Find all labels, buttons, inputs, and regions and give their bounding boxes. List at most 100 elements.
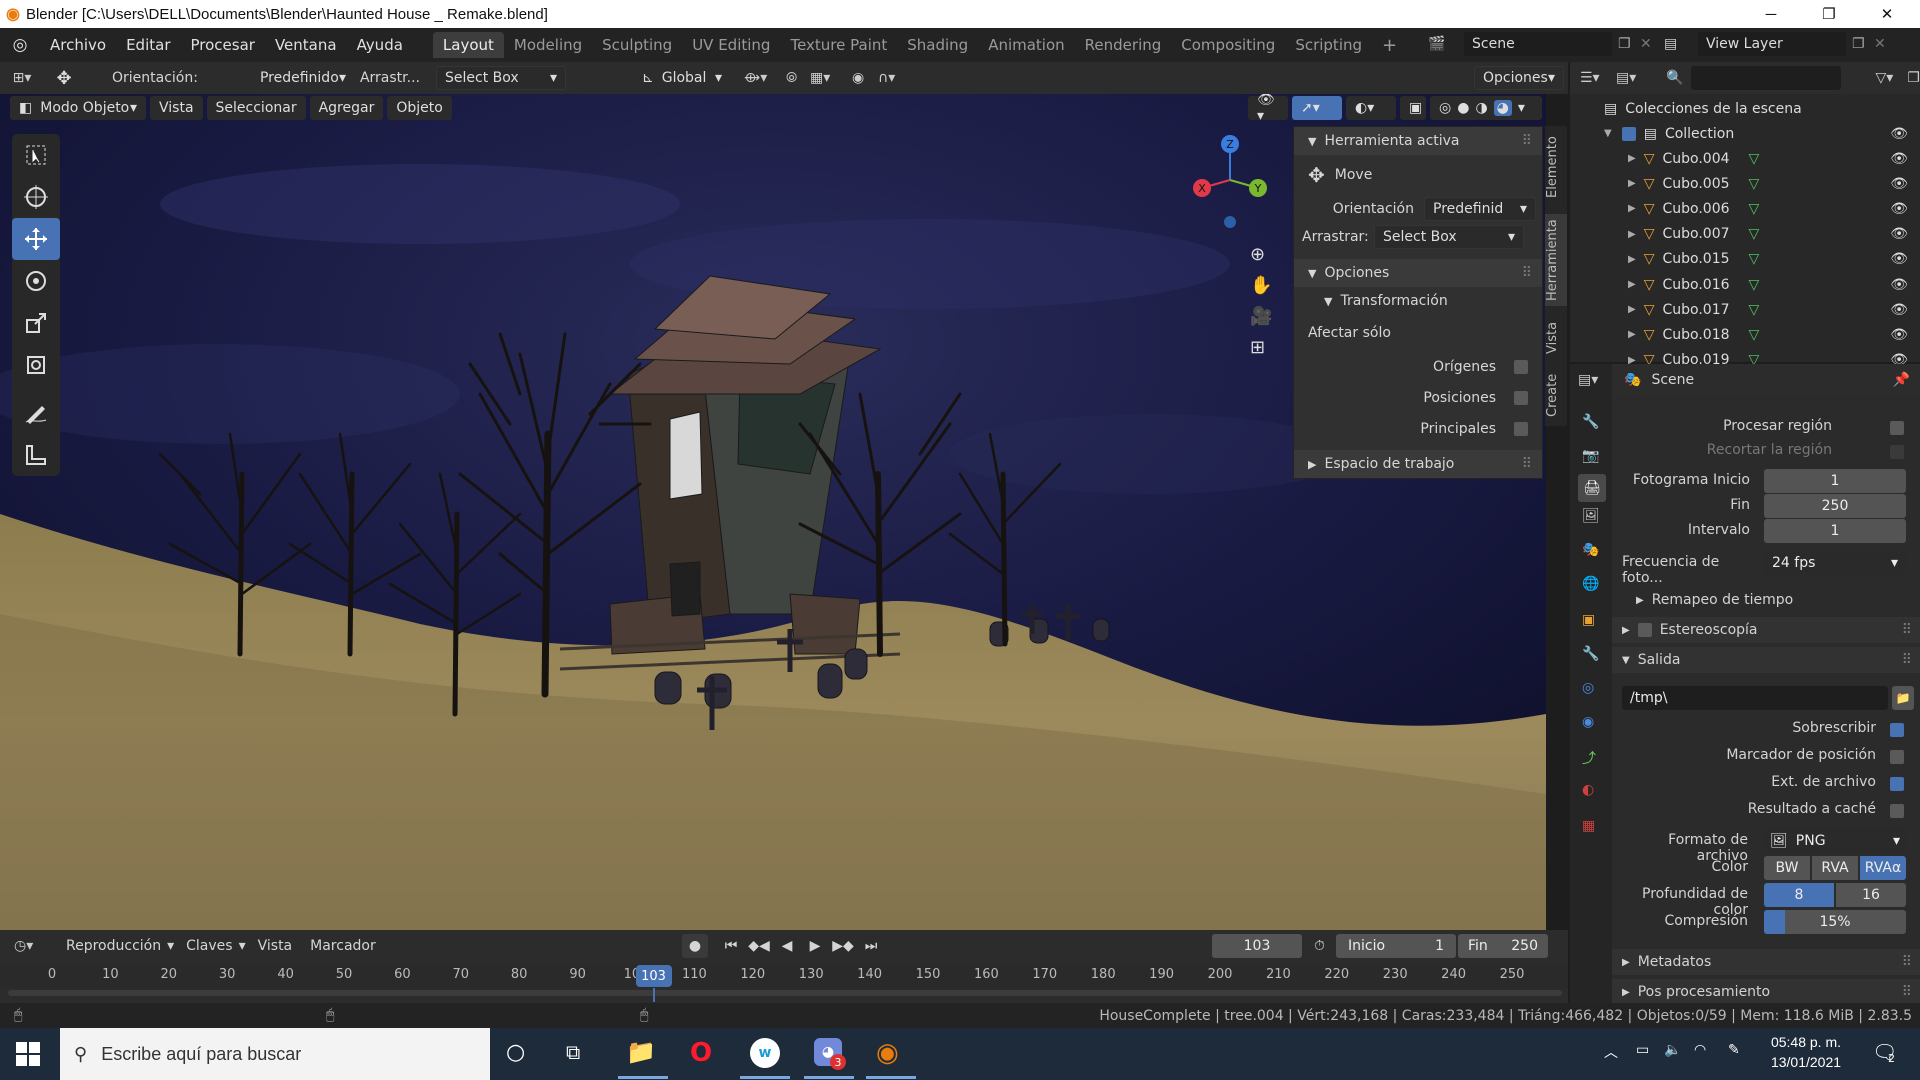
mesh-data-icon[interactable]: ▽ bbox=[1748, 176, 1759, 192]
battery-icon[interactable]: ▭ bbox=[1636, 1042, 1649, 1058]
timeline-ruler[interactable]: 0102030405060708090100110120130140150160… bbox=[0, 964, 1568, 988]
outliner-object-row[interactable]: ▶ ▽ Cubo.015 ▽ 👁 bbox=[1570, 247, 1920, 272]
drag-handle-icon[interactable]: ⠿ bbox=[1522, 133, 1532, 149]
menu-ventana[interactable]: Ventana bbox=[265, 28, 347, 62]
parents-checkbox[interactable] bbox=[1514, 421, 1528, 436]
stopwatch-icon[interactable]: ⏱ bbox=[1314, 938, 1325, 954]
eye-icon[interactable]: 👁 bbox=[1890, 201, 1908, 217]
clock[interactable]: 05:48 p. m. 13/01/2021 bbox=[1756, 1032, 1856, 1072]
tab-scripting[interactable]: Scripting bbox=[1285, 32, 1372, 58]
tab-elemento[interactable]: Elemento bbox=[1545, 134, 1567, 200]
word-app-icon[interactable]: w bbox=[750, 1038, 780, 1068]
physics-tab-icon[interactable]: ◉ bbox=[1582, 714, 1594, 730]
mesh-data-icon[interactable]: ▽ bbox=[1748, 251, 1759, 267]
cache-checkbox[interactable] bbox=[1890, 804, 1904, 818]
drag-dropdown[interactable]: Select Box ▾ bbox=[436, 66, 566, 90]
mesh-data-icon[interactable]: ▽ bbox=[1748, 226, 1759, 242]
scene-tab-icon[interactable]: 🎭 bbox=[1582, 542, 1599, 558]
menu-objeto[interactable]: Objeto bbox=[387, 96, 452, 120]
outliner-editor-icon[interactable]: ☰▾ bbox=[1580, 70, 1616, 86]
menu-seleccionar[interactable]: Seleccionar bbox=[206, 96, 306, 120]
drag-handle-icon[interactable]: ⠿ bbox=[1902, 954, 1912, 970]
view-layer-tab-icon[interactable]: 🖼 bbox=[1582, 508, 1600, 524]
positions-checkbox[interactable] bbox=[1514, 390, 1528, 405]
playhead-line[interactable] bbox=[652, 988, 655, 1002]
rendered-shading-icon[interactable]: ◕ bbox=[1493, 100, 1512, 116]
current-frame-badge[interactable]: 103 bbox=[635, 965, 672, 987]
new-collection-icon[interactable]: ❐ bbox=[1907, 70, 1920, 86]
object-tab-icon[interactable]: ▣ bbox=[1582, 612, 1595, 628]
tab-herramienta[interactable]: Herramienta bbox=[1545, 214, 1567, 306]
outliner-object-row[interactable]: ▶ ▽ Cubo.017 ▽ 👁 bbox=[1570, 297, 1920, 322]
properties-editor-icon[interactable]: ▤▾ bbox=[1578, 372, 1598, 388]
mesh-data-icon[interactable]: ▽ bbox=[1748, 151, 1759, 167]
overlays-icon[interactable]: ◐▾ bbox=[1346, 96, 1396, 120]
mesh-data-icon[interactable]: ▽ bbox=[1748, 277, 1759, 293]
perspective-grid-icon[interactable]: ⊞ bbox=[1250, 337, 1272, 358]
origins-checkbox[interactable] bbox=[1514, 359, 1528, 374]
cursor-tool-icon[interactable] bbox=[12, 176, 60, 218]
post-processing-header[interactable]: ▶ Pos procesamiento ⠿ bbox=[1612, 979, 1920, 1005]
outliner-object-row[interactable]: ▶ ▽ Cubo.018 ▽ 👁 bbox=[1570, 322, 1920, 347]
cortana-icon[interactable]: ○ bbox=[506, 1040, 525, 1065]
expand-right-icon[interactable]: ▶ bbox=[1628, 329, 1636, 340]
expand-right-icon[interactable]: ▶ bbox=[1628, 229, 1636, 240]
zoom-icon[interactable]: ⊕ bbox=[1250, 244, 1272, 265]
overwrite-checkbox[interactable] bbox=[1890, 723, 1904, 737]
play-icon[interactable]: ▶ bbox=[802, 938, 828, 954]
eye-icon[interactable]: 👁 bbox=[1890, 176, 1908, 192]
timeline-scrollbar[interactable] bbox=[8, 990, 1562, 996]
windows-start-icon[interactable] bbox=[16, 1042, 40, 1066]
folder-icon[interactable]: 📁 bbox=[1892, 686, 1914, 710]
expand-down-icon[interactable]: ▼ bbox=[1604, 128, 1612, 139]
output-path-field[interactable]: /tmp\ bbox=[1622, 686, 1888, 710]
menu-procesar[interactable]: Procesar bbox=[181, 28, 265, 62]
timeline-editor-icon[interactable]: ◷▾ bbox=[14, 938, 50, 954]
tab-create[interactable]: Create bbox=[1545, 368, 1567, 422]
outliner-object-row[interactable]: ▶ ▽ Cubo.006 ▽ 👁 bbox=[1570, 196, 1920, 221]
jump-end-icon[interactable]: ⏭ bbox=[858, 938, 884, 954]
opera-icon[interactable]: O bbox=[690, 1038, 712, 1068]
menu-vista[interactable]: Vista bbox=[150, 96, 203, 120]
time-remap-header[interactable]: ▶ Remapeo de tiempo bbox=[1614, 587, 1920, 613]
add-workspace-icon[interactable]: + bbox=[1372, 32, 1407, 58]
metadata-header[interactable]: ▶ Metadatos ⠿ bbox=[1612, 949, 1920, 975]
render-tab-icon[interactable]: 📷 bbox=[1582, 448, 1599, 464]
expand-right-icon[interactable]: ▶ bbox=[1628, 178, 1636, 189]
jump-start-icon[interactable]: ⏮ bbox=[718, 938, 744, 954]
chevron-down-icon[interactable]: ▾ bbox=[1518, 100, 1525, 116]
data-tab-icon[interactable]: ◐ bbox=[1582, 782, 1594, 798]
drag-select[interactable]: Select Box ▾ bbox=[1374, 225, 1524, 249]
constraints-tab-icon[interactable]: ⤴ bbox=[1582, 748, 1596, 768]
outliner-object-row[interactable]: ▶ ▽ Cubo.004 ▽ 👁 bbox=[1570, 146, 1920, 171]
drag-handle-icon[interactable]: ⠿ bbox=[1902, 652, 1912, 668]
menu-claves[interactable]: Claves bbox=[186, 938, 232, 954]
snap-target-icon[interactable]: ▦▾ bbox=[810, 70, 840, 86]
mesh-data-icon[interactable]: ▽ bbox=[1748, 327, 1759, 343]
prev-keyframe-icon[interactable]: ◆◀ bbox=[746, 938, 772, 954]
tool-tab-icon[interactable]: 🔧 bbox=[1582, 414, 1599, 430]
pen-icon[interactable]: ✎ bbox=[1728, 1042, 1740, 1058]
start-frame-field[interactable]: Inicio 1 bbox=[1336, 934, 1456, 958]
close-button[interactable]: ✕ bbox=[1858, 0, 1916, 28]
outliner-object-row[interactable]: ▶ ▽ Cubo.016 ▽ 👁 bbox=[1570, 272, 1920, 297]
pin-icon[interactable]: 📌 bbox=[1893, 372, 1910, 388]
outliner-search-input[interactable] bbox=[1691, 66, 1842, 90]
options-dropdown[interactable]: Opciones ▾ bbox=[1474, 66, 1564, 90]
drag-handle-icon[interactable]: ⠿ bbox=[1522, 456, 1532, 472]
wifi-icon[interactable]: ◠ bbox=[1694, 1042, 1706, 1058]
mesh-data-icon[interactable]: ▽ bbox=[1748, 302, 1759, 318]
tab-texture-paint[interactable]: Texture Paint bbox=[780, 32, 897, 58]
play-reverse-icon[interactable]: ◀ bbox=[774, 938, 800, 954]
blender-menu-icon[interactable]: ◎ bbox=[0, 35, 40, 55]
menu-marcador[interactable]: Marcador bbox=[310, 938, 376, 954]
menu-agregar[interactable]: Agregar bbox=[309, 96, 384, 120]
file-explorer-icon[interactable]: 📁 bbox=[626, 1038, 656, 1066]
active-tool-header[interactable]: ▼ Herramienta activa ⠿ bbox=[1294, 127, 1542, 155]
menu-archivo[interactable]: Archivo bbox=[40, 28, 116, 62]
particles-tab-icon[interactable]: ◎ bbox=[1582, 680, 1594, 696]
tab-rendering[interactable]: Rendering bbox=[1075, 32, 1172, 58]
navigation-gizmo[interactable]: Z X Y bbox=[1188, 134, 1278, 234]
tab-uv-editing[interactable]: UV Editing bbox=[682, 32, 780, 58]
taskbar-search-box[interactable]: ⚲ Escribe aquí para buscar bbox=[60, 1028, 490, 1080]
